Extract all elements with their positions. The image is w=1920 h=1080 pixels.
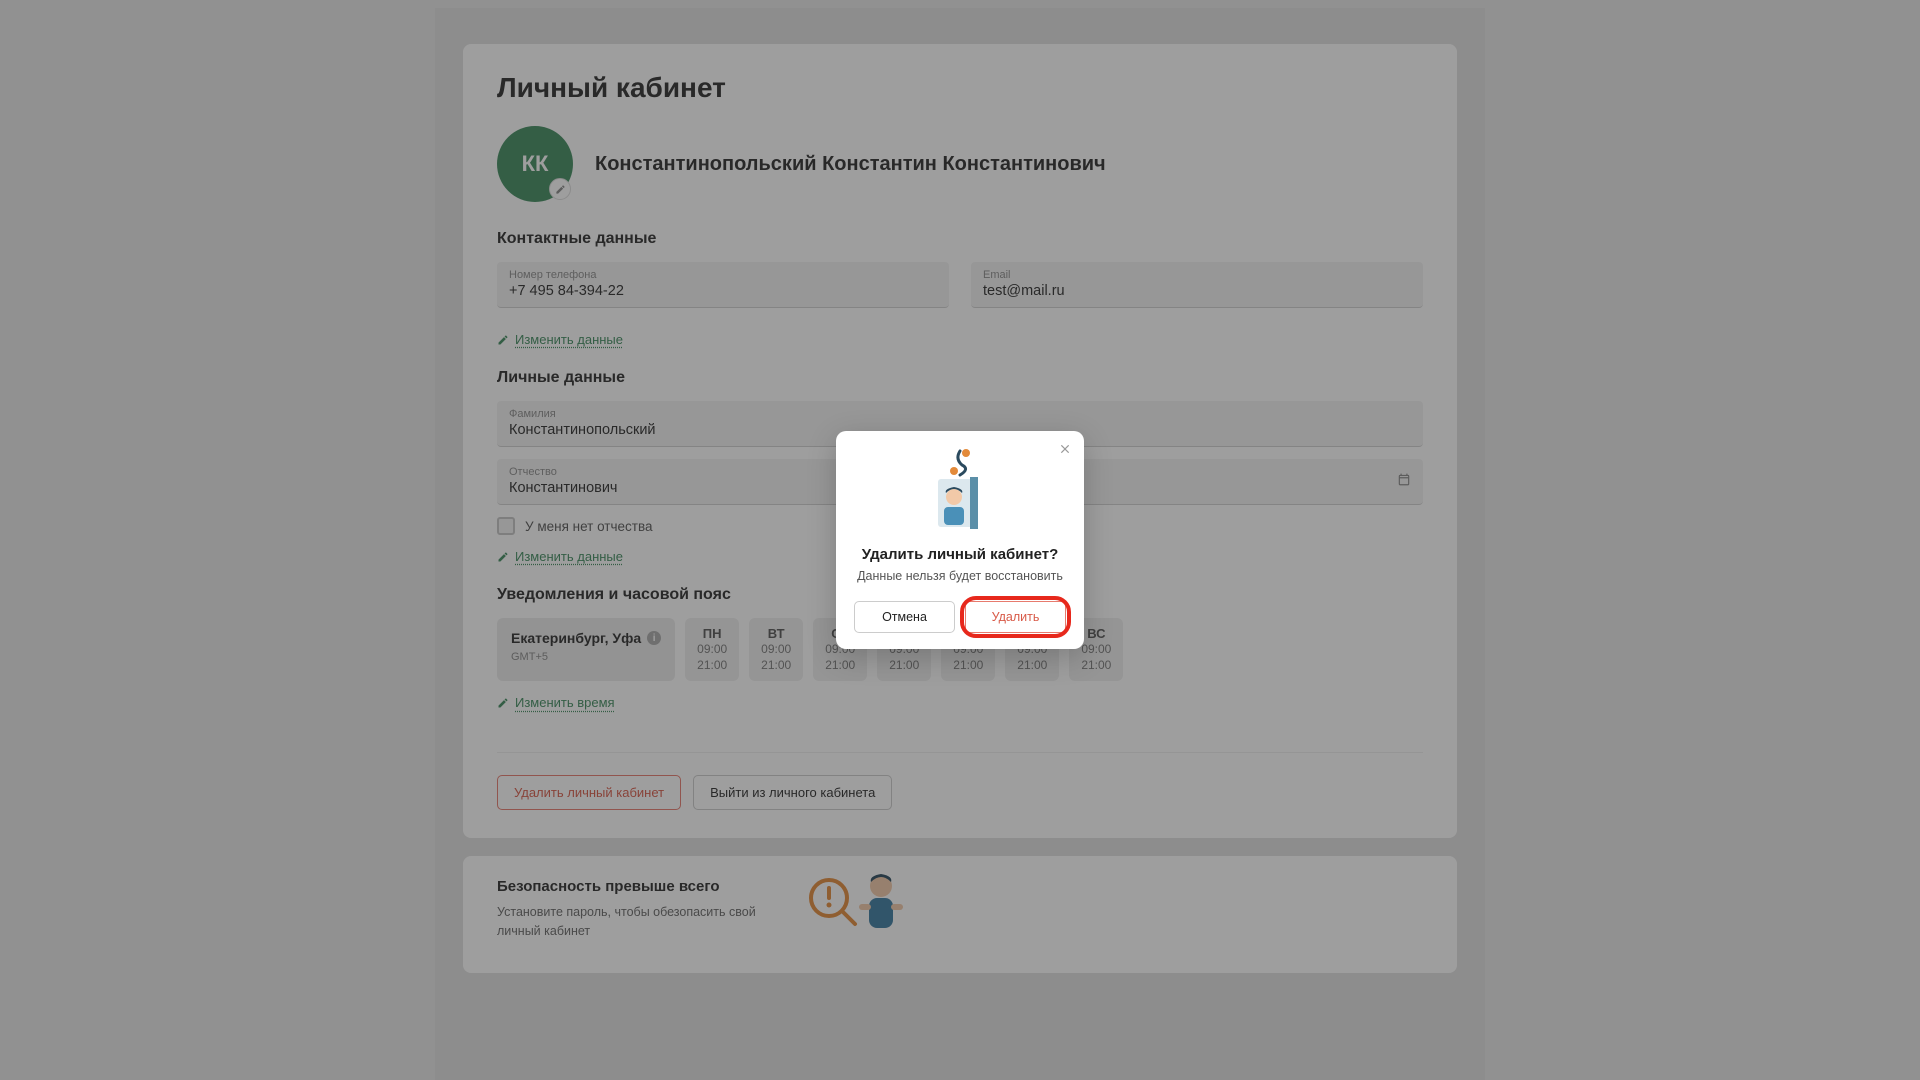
modal-illustration <box>920 449 1000 534</box>
close-icon <box>1058 442 1072 456</box>
modal-confirm-button[interactable]: Удалить <box>965 601 1066 633</box>
modal-cancel-button[interactable]: Отмена <box>854 601 955 633</box>
modal-subtitle: Данные нельзя будет восстановить <box>854 569 1066 583</box>
modal-confirm-label: Удалить <box>992 610 1040 624</box>
modal-overlay[interactable]: Удалить личный кабинет? Данные нельзя бу… <box>0 0 1920 1080</box>
modal-title: Удалить личный кабинет? <box>854 546 1066 563</box>
modal-close-button[interactable] <box>1058 441 1072 459</box>
delete-confirm-modal: Удалить личный кабинет? Данные нельзя бу… <box>836 431 1084 649</box>
